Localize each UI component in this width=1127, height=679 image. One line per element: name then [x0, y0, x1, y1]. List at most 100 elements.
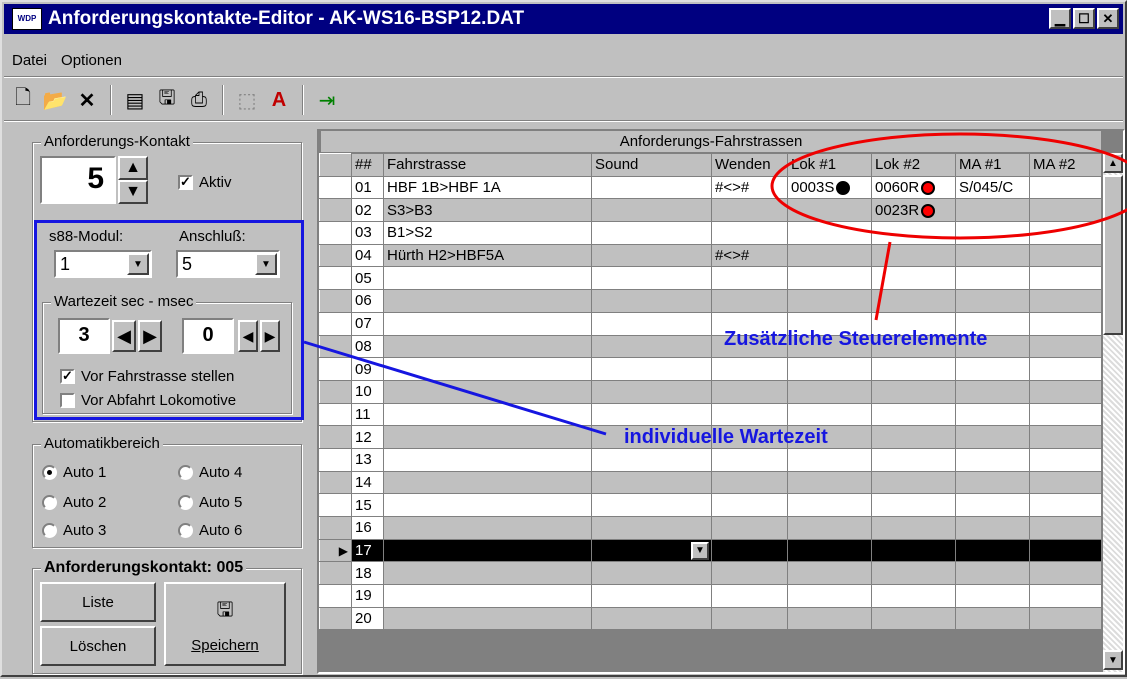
row-number-cell[interactable]: 04 — [351, 243, 384, 268]
ma2-cell[interactable] — [1029, 198, 1102, 223]
msec-spinner[interactable]: ◀ ▶ — [238, 320, 280, 352]
ma2-cell[interactable] — [1029, 311, 1102, 336]
ma2-cell[interactable] — [1029, 447, 1102, 472]
table-row[interactable]: 19 — [319, 584, 1102, 608]
lok2-cell[interactable] — [871, 493, 956, 517]
row-indicator[interactable] — [319, 516, 352, 540]
ma2-cell[interactable] — [1029, 402, 1102, 427]
wenden-cell[interactable]: #<># — [711, 243, 788, 268]
row-number-cell[interactable]: 16 — [351, 516, 384, 540]
ma2-cell[interactable] — [1029, 425, 1102, 449]
lok1-cell[interactable] — [787, 516, 872, 540]
fahrstrasse-cell[interactable]: Hürth H2>HBF5A — [383, 243, 592, 268]
ma1-cell[interactable] — [955, 357, 1030, 381]
row-indicator[interactable] — [319, 425, 352, 449]
lok1-cell[interactable] — [787, 243, 872, 268]
fahrstrasse-cell[interactable] — [383, 266, 592, 291]
lok1-cell[interactable] — [787, 493, 872, 517]
row-number-cell[interactable]: 02 — [351, 198, 384, 223]
table-row[interactable]: 02 S3>B3 0023R — [319, 198, 1102, 223]
wenden-cell[interactable] — [711, 357, 788, 381]
ma1-cell[interactable] — [955, 289, 1030, 313]
ma2-cell[interactable] — [1029, 334, 1102, 359]
ma1-cell[interactable] — [955, 447, 1030, 472]
wenden-cell[interactable]: #<># — [711, 175, 788, 200]
fahrstrasse-cell[interactable] — [383, 516, 592, 540]
table-row[interactable]: 01 HBF 1B>HBF 1A #<># 0003S 0060R S/045/C — [319, 175, 1102, 200]
fahrstrasse-cell[interactable] — [383, 538, 592, 563]
ma2-cell[interactable] — [1029, 243, 1102, 268]
row-indicator[interactable] — [319, 198, 352, 223]
lok2-cell[interactable] — [871, 606, 956, 631]
lok1-cell[interactable] — [787, 584, 872, 608]
table-row[interactable]: 10 — [319, 379, 1102, 404]
table-row[interactable]: 13 — [319, 447, 1102, 472]
form-icon[interactable]: ▤ — [122, 87, 148, 113]
row-indicator[interactable] — [319, 606, 352, 631]
col-header[interactable]: Lok #1 — [787, 153, 872, 177]
lok2-cell[interactable] — [871, 561, 956, 586]
maximize-button[interactable]: ☐ — [1073, 8, 1095, 29]
lok1-cell[interactable] — [787, 221, 872, 245]
row-number-cell[interactable]: 18 — [351, 561, 384, 586]
ma1-cell[interactable] — [955, 538, 1030, 563]
row-number-cell[interactable]: 13 — [351, 447, 384, 472]
row-indicator[interactable] — [319, 584, 352, 608]
radio-auto-2[interactable]: Auto 2 — [42, 494, 106, 511]
row-number-cell[interactable]: 11 — [351, 402, 384, 427]
col-header[interactable]: ## — [351, 153, 384, 177]
wenden-cell[interactable] — [711, 221, 788, 245]
sound-cell[interactable] — [591, 289, 712, 313]
table-row[interactable]: 09 — [319, 357, 1102, 381]
chevron-down-icon[interactable]: ▼ — [255, 253, 277, 275]
ma2-cell[interactable] — [1029, 379, 1102, 404]
grid-icon[interactable]: ⬚ — [234, 87, 260, 113]
sound-cell[interactable] — [591, 584, 712, 608]
sound-cell[interactable] — [591, 447, 712, 472]
lok2-cell[interactable]: 0060R — [871, 175, 956, 200]
lok1-cell[interactable] — [787, 606, 872, 631]
s88-select[interactable]: 1 ▼ — [54, 250, 152, 278]
lok2-cell[interactable] — [871, 516, 956, 540]
col-header[interactable]: Wenden — [711, 153, 788, 177]
row-number-cell[interactable]: 07 — [351, 311, 384, 336]
ma1-cell[interactable] — [955, 493, 1030, 517]
wenden-cell[interactable] — [711, 447, 788, 472]
sound-cell[interactable] — [591, 311, 712, 336]
spin-down-icon[interactable]: ▼ — [118, 180, 148, 204]
lok1-cell[interactable] — [787, 561, 872, 586]
table-row[interactable]: 11 — [319, 402, 1102, 427]
table-row[interactable]: 05 — [319, 266, 1102, 291]
row-indicator[interactable] — [319, 493, 352, 517]
minimize-button[interactable]: ▁ — [1049, 8, 1071, 29]
lok1-cell[interactable] — [787, 470, 872, 495]
lok2-cell[interactable] — [871, 425, 956, 449]
ma1-cell[interactable] — [955, 470, 1030, 495]
fahrstrasse-cell[interactable] — [383, 584, 592, 608]
table-row[interactable]: 16 — [319, 516, 1102, 540]
contact-number-field[interactable]: 5 — [40, 156, 116, 204]
lok1-cell[interactable] — [787, 538, 872, 563]
ma2-cell[interactable] — [1029, 584, 1102, 608]
table-row[interactable]: 03 B1>S2 — [319, 221, 1102, 245]
lok2-cell[interactable]: 0023R — [871, 198, 956, 223]
row-indicator[interactable] — [319, 243, 352, 268]
wenden-cell[interactable] — [711, 470, 788, 495]
ma1-cell[interactable] — [955, 561, 1030, 586]
fahrstrasse-cell[interactable] — [383, 379, 592, 404]
lok2-cell[interactable] — [871, 379, 956, 404]
sound-cell[interactable] — [591, 243, 712, 268]
sound-cell[interactable] — [591, 516, 712, 540]
menu-optionen[interactable]: Optionen — [61, 52, 122, 69]
wenden-cell[interactable] — [711, 516, 788, 540]
sound-cell[interactable] — [591, 606, 712, 631]
ma1-cell[interactable] — [955, 425, 1030, 449]
radio-auto-1[interactable]: Auto 1 — [42, 464, 106, 481]
fahrstrasse-cell[interactable] — [383, 425, 592, 449]
col-header[interactable]: Lok #2 — [871, 153, 956, 177]
fahrstrasse-cell[interactable] — [383, 334, 592, 359]
ma2-cell[interactable] — [1029, 516, 1102, 540]
wenden-cell[interactable] — [711, 379, 788, 404]
sound-cell[interactable] — [591, 198, 712, 223]
lok1-cell[interactable] — [787, 198, 872, 223]
